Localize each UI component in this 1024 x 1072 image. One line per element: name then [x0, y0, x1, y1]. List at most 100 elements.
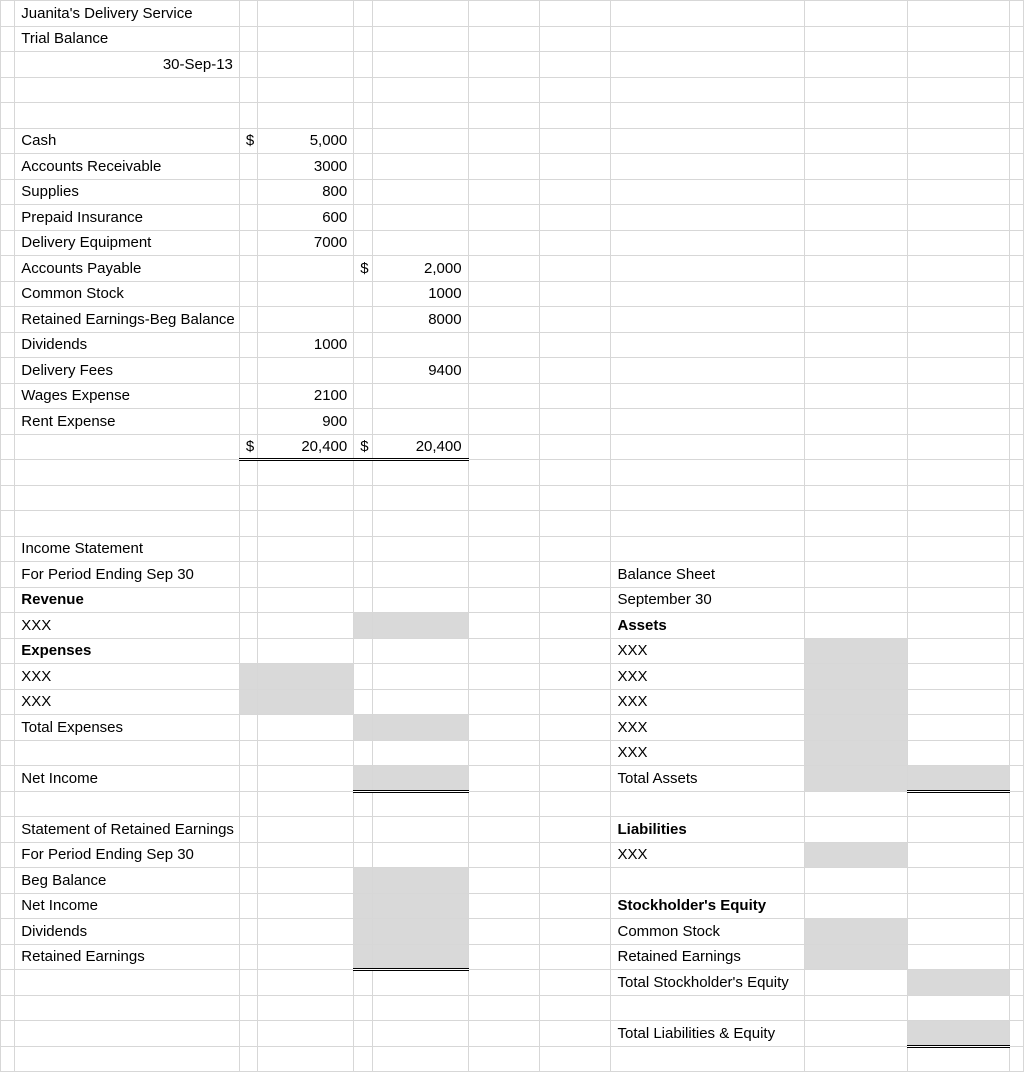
bs-retained-earnings-label[interactable]: Retained Earnings [611, 944, 805, 970]
placeholder[interactable]: XXX [15, 689, 240, 715]
account-label[interactable]: Common Stock [15, 281, 240, 307]
currency-symbol: $ [354, 256, 372, 282]
table-row: Net Income Total Assets [1, 766, 1024, 792]
table-row: Supplies 800 [1, 179, 1024, 205]
table-row: Accounts Receivable 3000 [1, 154, 1024, 180]
table-row: Trial Balance [1, 26, 1024, 52]
table-row: Dividends Common Stock [1, 919, 1024, 945]
table-row: Prepaid Insurance 600 [1, 205, 1024, 231]
common-stock-label[interactable]: Common Stock [611, 919, 805, 945]
income-statement-period[interactable]: For Period Ending Sep 30 [15, 562, 240, 588]
table-row: XXX Assets [1, 613, 1024, 639]
table-row: Statement of Retained Earnings Liabiliti… [1, 817, 1024, 843]
placeholder[interactable]: XXX [611, 715, 805, 741]
table-row [1, 511, 1024, 537]
debit-amount[interactable]: 2100 [258, 383, 354, 409]
credit-amount[interactable]: 1000 [372, 281, 468, 307]
table-row: Accounts Payable $ 2,000 [1, 256, 1024, 282]
dividends-label[interactable]: Dividends [15, 919, 240, 945]
account-label[interactable]: Wages Expense [15, 383, 240, 409]
credit-amount[interactable]: 9400 [372, 358, 468, 384]
debit-amount[interactable]: 5,000 [258, 128, 354, 154]
beg-balance-label[interactable]: Beg Balance [15, 868, 240, 894]
table-row: For Period Ending Sep 30 Balance Sheet [1, 562, 1024, 588]
table-row: Beg Balance [1, 868, 1024, 894]
table-row [1, 995, 1024, 1021]
stockholders-equity-label[interactable]: Stockholder's Equity [611, 893, 805, 919]
assets-label[interactable]: Assets [611, 613, 805, 639]
table-row: Delivery Equipment 7000 [1, 230, 1024, 256]
table-row [1, 460, 1024, 486]
table-row: Total Expenses XXX [1, 715, 1024, 741]
balance-sheet-date[interactable]: September 30 [611, 587, 805, 613]
table-row: Rent Expense 900 [1, 409, 1024, 435]
report-title[interactable]: Trial Balance [15, 26, 240, 52]
account-label[interactable]: Dividends [15, 332, 240, 358]
balance-sheet-title[interactable]: Balance Sheet [611, 562, 805, 588]
credit-amount[interactable]: 2,000 [372, 256, 468, 282]
net-income-label[interactable]: Net Income [15, 766, 240, 792]
placeholder[interactable]: XXX [15, 613, 240, 639]
table-row: Total Stockholder's Equity [1, 970, 1024, 996]
retained-earnings-label[interactable]: Retained Earnings [15, 944, 240, 970]
expenses-label[interactable]: Expenses [15, 638, 240, 664]
debit-total[interactable]: 20,400 [258, 434, 354, 460]
account-label[interactable]: Prepaid Insurance [15, 205, 240, 231]
placeholder[interactable]: XXX [611, 740, 805, 766]
liabilities-label[interactable]: Liabilities [611, 817, 805, 843]
table-row: Common Stock 1000 [1, 281, 1024, 307]
credit-total[interactable]: 20,400 [372, 434, 468, 460]
debit-amount[interactable]: 800 [258, 179, 354, 205]
total-expenses-label[interactable]: Total Expenses [15, 715, 240, 741]
placeholder[interactable]: XXX [611, 664, 805, 690]
spreadsheet[interactable]: Juanita's Delivery Service Trial Balance… [0, 0, 1024, 1072]
table-row: Retained Earnings Retained Earnings [1, 944, 1024, 970]
account-label[interactable]: Delivery Equipment [15, 230, 240, 256]
credit-amount[interactable]: 8000 [372, 307, 468, 333]
table-row: Dividends 1000 [1, 332, 1024, 358]
report-date[interactable]: 30-Sep-13 [15, 52, 240, 78]
account-label[interactable]: Cash [15, 128, 240, 154]
debit-amount[interactable]: 3000 [258, 154, 354, 180]
revenue-label[interactable]: Revenue [15, 587, 240, 613]
table-row: XXX XXX [1, 664, 1024, 690]
account-label[interactable]: Retained Earnings-Beg Balance [15, 307, 240, 333]
account-label[interactable]: Delivery Fees [15, 358, 240, 384]
debit-amount[interactable]: 900 [258, 409, 354, 435]
income-statement-title[interactable]: Income Statement [15, 536, 240, 562]
table-row: Total Liabilities & Equity [1, 1021, 1024, 1047]
table-row: Delivery Fees 9400 [1, 358, 1024, 384]
account-label[interactable]: Accounts Payable [15, 256, 240, 282]
currency-symbol: $ [239, 128, 257, 154]
placeholder[interactable]: XXX [15, 664, 240, 690]
table-row: For Period Ending Sep 30 XXX [1, 842, 1024, 868]
table-row: Net Income Stockholder's Equity [1, 893, 1024, 919]
net-income-row-label[interactable]: Net Income [15, 893, 240, 919]
total-liabilities-equity-label[interactable]: Total Liabilities & Equity [611, 1021, 805, 1047]
retained-earnings-title[interactable]: Statement of Retained Earnings [15, 817, 240, 843]
table-row [1, 103, 1024, 129]
debit-amount[interactable]: 7000 [258, 230, 354, 256]
placeholder[interactable]: XXX [611, 689, 805, 715]
table-row: Juanita's Delivery Service [1, 1, 1024, 27]
debit-amount[interactable]: 600 [258, 205, 354, 231]
account-label[interactable]: Accounts Receivable [15, 154, 240, 180]
account-label[interactable]: Rent Expense [15, 409, 240, 435]
table-row: XXX XXX [1, 689, 1024, 715]
retained-earnings-period[interactable]: For Period Ending Sep 30 [15, 842, 240, 868]
debit-amount[interactable]: 1000 [258, 332, 354, 358]
placeholder[interactable]: XXX [611, 638, 805, 664]
placeholder[interactable]: XXX [611, 842, 805, 868]
table-row [1, 485, 1024, 511]
table-row [1, 1046, 1024, 1072]
table-row: 30-Sep-13 [1, 52, 1024, 78]
total-assets-label[interactable]: Total Assets [611, 766, 805, 792]
company-name[interactable]: Juanita's Delivery Service [15, 1, 240, 27]
currency-symbol: $ [354, 434, 372, 460]
table-row: Wages Expense 2100 [1, 383, 1024, 409]
currency-symbol: $ [239, 434, 257, 460]
table-row: Revenue September 30 [1, 587, 1024, 613]
account-label[interactable]: Supplies [15, 179, 240, 205]
table-row [1, 791, 1024, 817]
total-stockholders-equity-label[interactable]: Total Stockholder's Equity [611, 970, 805, 996]
